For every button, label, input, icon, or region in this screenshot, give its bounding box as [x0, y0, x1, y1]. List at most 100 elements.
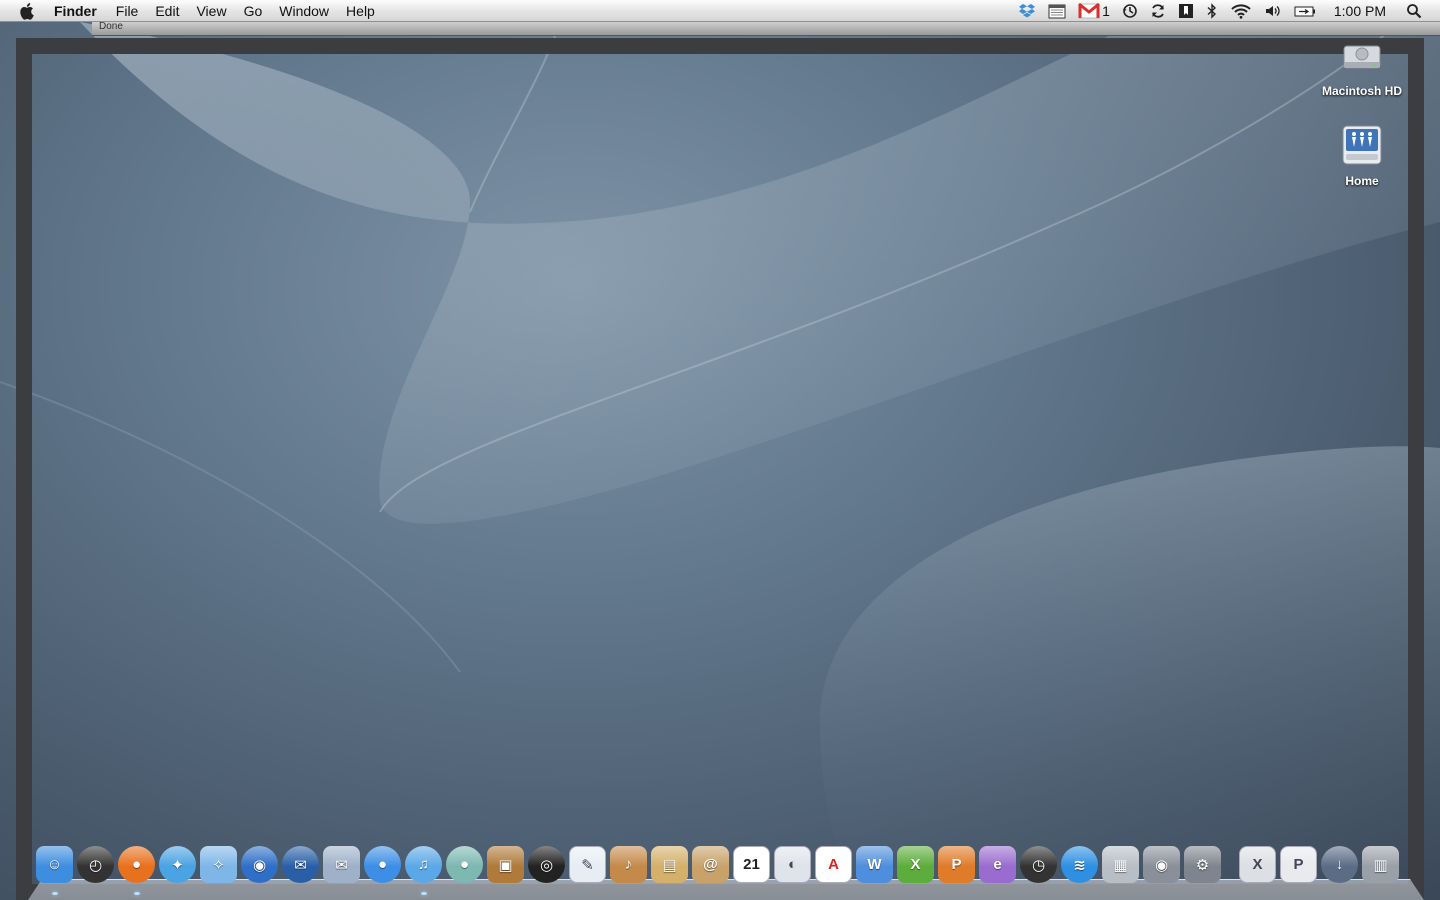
aperture-icon: ◎	[539, 856, 554, 874]
dock-dvd-player[interactable]: ◉	[1143, 846, 1180, 883]
menu-help[interactable]: Help	[346, 0, 375, 22]
dvd-player-icon: ◉	[1154, 856, 1169, 874]
dock: ☺ ◴ ● ✦ ✧ ◉ ✉ ✉ ● ♫ ● ▣ ◎ ✎ ♪ ▤ @21 ◐ A W X Pe ◷ ≋ ▦ ◉ ⚙ X P ↓ ▥	[16, 846, 1424, 900]
iphoto-icon: ▣	[498, 856, 513, 874]
volume-icon[interactable]	[1264, 0, 1282, 22]
xls-document-icon: X	[1252, 856, 1263, 873]
dock-aperture[interactable]: ◎	[528, 846, 565, 883]
dock-system-preferences[interactable]: ⚙	[1184, 846, 1221, 883]
running-indicator	[420, 892, 427, 895]
dock-xls-document[interactable]: X	[1239, 846, 1276, 883]
quill-icon: ✎	[581, 856, 594, 874]
dock-iphoto[interactable]: ▣	[487, 846, 524, 883]
dashboard-icon: ◴	[88, 856, 103, 874]
dock-powerpoint[interactable]: P	[938, 846, 975, 883]
garageband-icon: ♪	[624, 856, 633, 873]
iwork-icon: ▤	[662, 856, 677, 874]
dock-firefox[interactable]: ●	[118, 846, 155, 895]
home-network-icon	[1338, 122, 1386, 170]
dock-egg[interactable]: ●	[446, 846, 483, 883]
word-icon: W	[867, 856, 882, 873]
ical-icon: 21	[743, 856, 760, 873]
entourage-icon: e	[993, 856, 1002, 873]
address-book-icon: @	[703, 856, 718, 873]
dock-acrobat[interactable]: A	[815, 846, 852, 883]
dock-pdf-document[interactable]: P	[1280, 846, 1317, 883]
gmail-icon[interactable]: 1	[1078, 0, 1110, 22]
time-machine-icon: ◷	[1031, 856, 1046, 874]
time-machine-icon[interactable]	[1122, 0, 1138, 22]
dock-word[interactable]: W	[856, 846, 893, 883]
calendar-icon[interactable]	[1048, 0, 1066, 22]
dock-compass[interactable]: ✧	[200, 846, 237, 883]
menu-file[interactable]: File	[116, 0, 139, 22]
menubar: Finder File Edit View Go Window Help 1 1…	[0, 0, 1440, 22]
dock-airport-utility[interactable]: ≋	[1061, 846, 1098, 883]
compass-icon: ✧	[212, 856, 225, 874]
loading-status-text: Done	[99, 21, 123, 32]
dock-safari[interactable]: ✦	[159, 846, 196, 883]
dock-iwork[interactable]: ▤	[651, 846, 688, 883]
battery-icon[interactable]	[1294, 0, 1316, 22]
airport-utility-icon: ≋	[1073, 856, 1086, 874]
dock-trash[interactable]: ▥	[1362, 846, 1399, 883]
desktop-icon-label: Macintosh HD	[1321, 84, 1402, 98]
dock-garageband[interactable]: ♪	[610, 846, 647, 883]
excel-icon: X	[910, 856, 921, 873]
calculator-icon: ▦	[1113, 856, 1128, 874]
wallpaper-waves	[0, 22, 1440, 900]
dock-downloads-stack[interactable]: ↓	[1321, 846, 1358, 883]
dock-mail[interactable]: ✉	[323, 846, 360, 883]
dropbox-icon[interactable]	[1018, 0, 1036, 22]
dock-finder[interactable]: ☺	[36, 846, 73, 895]
dock-quill[interactable]: ✎	[569, 846, 606, 883]
downloads-stack-icon: ↓	[1335, 856, 1344, 873]
menu-view[interactable]: View	[196, 0, 226, 22]
camino-icon: ◉	[252, 856, 267, 874]
gmail-unread-count: 1	[1102, 3, 1110, 19]
desktop-icon-macintosh-hd[interactable]: Macintosh HD	[1307, 32, 1417, 98]
wifi-icon[interactable]	[1230, 0, 1252, 22]
dock-preview[interactable]: ◐	[774, 846, 811, 883]
spotlight-search-icon[interactable]	[1406, 0, 1422, 22]
apple-menu[interactable]	[18, 1, 38, 21]
bluetooth-icon[interactable]	[1206, 0, 1218, 22]
menu-app-finder[interactable]: Finder	[54, 0, 97, 22]
desktop-icon-home[interactable]: Home	[1307, 122, 1417, 188]
dock-calculator[interactable]: ▦	[1102, 846, 1139, 883]
menubar-clock[interactable]: 1:00 PM	[1334, 3, 1386, 19]
desktop-icon-label: Home	[1345, 174, 1379, 188]
dock-camino[interactable]: ◉	[241, 846, 278, 883]
pdf-document-icon: P	[1293, 856, 1304, 873]
desktop[interactable]: Macintosh HD Home	[0, 22, 1440, 900]
itunes-icon: ♫	[417, 856, 430, 873]
dock-ichat[interactable]: ●	[364, 846, 401, 883]
sync-icon[interactable]	[1150, 0, 1166, 22]
trash-icon: ▥	[1373, 856, 1388, 874]
ichat-icon: ●	[377, 856, 388, 873]
egg-icon: ●	[459, 856, 470, 873]
menu-go[interactable]: Go	[244, 0, 263, 22]
apple-icon	[20, 2, 34, 20]
loading-status-strip: Done	[92, 21, 1440, 36]
dock-dashboard[interactable]: ◴	[77, 846, 114, 883]
thunderbird-icon: ✉	[294, 856, 307, 874]
dock-itunes[interactable]: ♫	[405, 846, 442, 895]
system-preferences-icon: ⚙	[1195, 856, 1210, 874]
hard-drive-icon	[1338, 32, 1386, 80]
dock-time-machine[interactable]: ◷	[1020, 846, 1057, 883]
bookmark-icon[interactable]	[1178, 0, 1194, 22]
dock-excel[interactable]: X	[897, 846, 934, 883]
firefox-icon: ●	[131, 856, 142, 873]
acrobat-icon: A	[828, 856, 839, 873]
dock-items: ☺ ◴ ● ✦ ✧ ◉ ✉ ✉ ● ♫ ● ▣ ◎ ✎ ♪ ▤ @21 ◐ A W X Pe ◷ ≋ ▦ ◉ ⚙ X P ↓ ▥	[36, 846, 1403, 895]
mail-icon: ✉	[335, 856, 348, 874]
dock-thunderbird[interactable]: ✉	[282, 846, 319, 883]
powerpoint-icon: P	[951, 856, 962, 873]
dock-ical[interactable]: 21	[733, 846, 770, 883]
menu-edit[interactable]: Edit	[155, 0, 179, 22]
running-indicator	[133, 892, 140, 895]
dock-entourage[interactable]: e	[979, 846, 1016, 883]
dock-address-book[interactable]: @	[692, 846, 729, 883]
menu-window[interactable]: Window	[279, 0, 329, 22]
